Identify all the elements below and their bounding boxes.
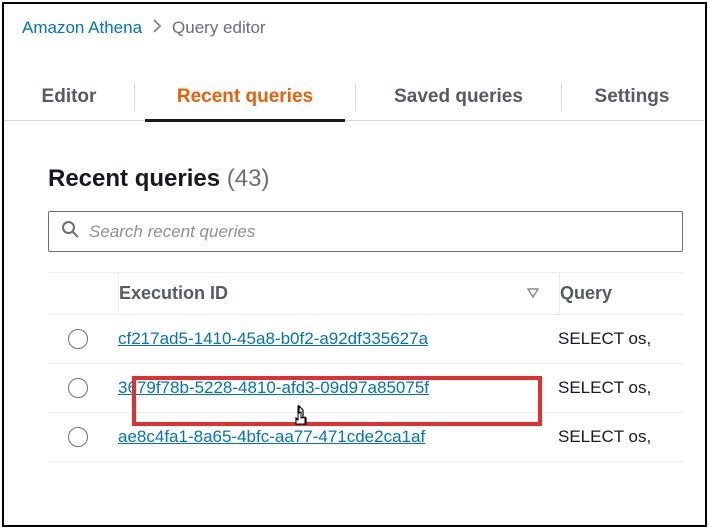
row-radio[interactable]: [68, 378, 88, 398]
tab-settings[interactable]: Settings: [562, 74, 702, 120]
search-box[interactable]: [48, 211, 683, 252]
queries-table: Execution ID Query cf217ad5-1410-45a8-b0…: [48, 272, 683, 462]
column-header-query[interactable]: Query: [560, 283, 683, 304]
table-header: Execution ID Query: [48, 272, 683, 315]
search-icon: [61, 220, 79, 243]
section-title-text: Recent queries: [48, 165, 220, 192]
tabs: Editor Recent queries Saved queries Sett…: [4, 74, 705, 120]
table-row: cf217ad5-1410-45a8-b0f2-a92df335627a SEL…: [48, 315, 683, 364]
breadcrumb-root-link[interactable]: Amazon Athena: [22, 18, 142, 38]
column-header-execution-id[interactable]: Execution ID: [119, 283, 559, 304]
query-text: SELECT os,: [558, 427, 683, 447]
table-row: ae8c4fa1-8a65-4bfc-aa77-471cde2ca1af SEL…: [48, 413, 683, 462]
search-input[interactable]: [89, 222, 670, 242]
section-count: (43): [227, 165, 270, 192]
execution-id-link[interactable]: cf217ad5-1410-45a8-b0f2-a92df335627a: [118, 329, 428, 349]
table-row: 3679f78b-5228-4810-afd3-09d97a85075f SEL…: [48, 364, 683, 413]
breadcrumb-current: Query editor: [172, 18, 266, 38]
section-title: Recent queries (43): [48, 165, 683, 193]
query-text: SELECT os,: [558, 329, 683, 349]
chevron-right-icon: [152, 19, 162, 38]
tab-editor[interactable]: Editor: [4, 74, 134, 120]
query-text: SELECT os,: [558, 378, 683, 398]
breadcrumb: Amazon Athena Query editor: [4, 4, 705, 44]
execution-id-link[interactable]: 3679f78b-5228-4810-afd3-09d97a85075f: [118, 378, 429, 398]
recent-queries-card: Recent queries (43) Execution ID Quer: [26, 143, 705, 462]
tab-recent-queries[interactable]: Recent queries: [135, 74, 355, 120]
sort-icon: [527, 287, 539, 301]
row-radio[interactable]: [68, 427, 88, 447]
execution-id-link[interactable]: ae8c4fa1-8a65-4bfc-aa77-471cde2ca1af: [118, 427, 425, 447]
tab-saved-queries[interactable]: Saved queries: [356, 74, 561, 120]
row-radio[interactable]: [68, 329, 88, 349]
